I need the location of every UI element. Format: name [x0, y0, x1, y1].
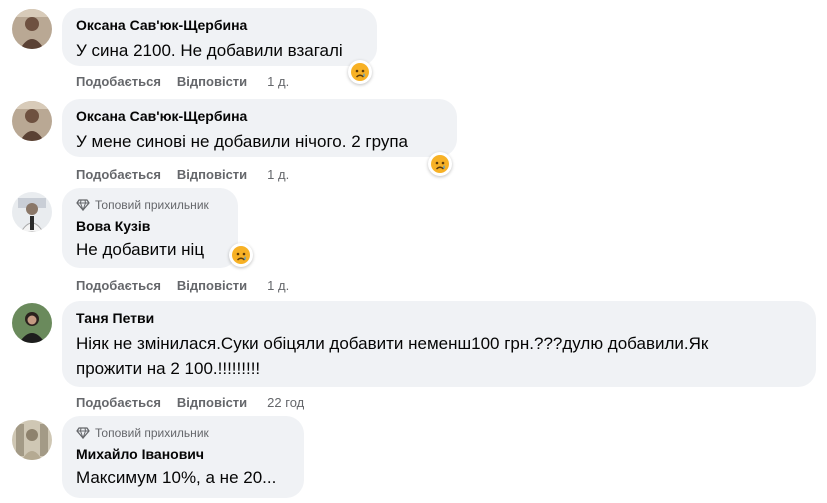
top-fan-label: Топовий прихильник	[95, 426, 209, 440]
sad-tear-icon	[232, 246, 250, 264]
like-button[interactable]: Подобається	[76, 74, 161, 89]
reaction-badge[interactable]	[229, 243, 253, 267]
comment-bubble: Таня Петви Ніяк не змінилася.Суки обіцял…	[62, 301, 816, 387]
comment-actions: Подобається Відповісти 1 д.	[76, 165, 289, 183]
comment-author[interactable]: Оксана Сав'юк-Щербина	[76, 107, 445, 125]
avatar[interactable]	[12, 420, 52, 460]
reply-button[interactable]: Відповісти	[177, 278, 247, 293]
comment-text: Ніяк не змінилася.Суки обіцяли добавити …	[76, 334, 709, 378]
avatar[interactable]	[12, 9, 52, 49]
reaction-badge[interactable]	[348, 60, 372, 84]
avatar[interactable]	[12, 303, 52, 343]
diamond-icon	[76, 427, 90, 439]
comment-text: Максимум 10%, а не 20...	[76, 468, 277, 487]
top-fan-badge[interactable]: Топовий прихильник	[76, 197, 226, 213]
reply-button[interactable]: Відповісти	[177, 395, 247, 410]
comment-actions: Подобається Відповісти 22 год	[76, 393, 304, 411]
top-fan-badge[interactable]: Топовий прихильник	[76, 425, 292, 441]
like-button[interactable]: Подобається	[76, 395, 161, 410]
like-button[interactable]: Подобається	[76, 278, 161, 293]
avatar[interactable]	[12, 101, 52, 141]
comment-text: У сина 2100. Не добавили взагалі	[76, 41, 343, 60]
diamond-icon	[76, 199, 90, 211]
comment-actions: Подобається Відповісти 1 д.	[76, 276, 289, 294]
comment-time[interactable]: 22 год	[267, 395, 304, 410]
reply-button[interactable]: Відповісти	[177, 167, 247, 182]
sad-tear-icon	[351, 63, 369, 81]
avatar[interactable]	[12, 192, 52, 232]
comment-author[interactable]: Вова Кузів	[76, 217, 226, 235]
top-fan-label: Топовий прихильник	[95, 198, 209, 212]
reaction-badge[interactable]	[428, 152, 452, 176]
comment-time[interactable]: 1 д.	[267, 74, 289, 89]
sad-tear-icon	[431, 155, 449, 173]
comment-bubble: Топовий прихильник Вова Кузів Не добавит…	[62, 188, 238, 268]
comment-bubble: Оксана Сав'юк-Щербина У мене синові не д…	[62, 99, 457, 157]
comment-author[interactable]: Оксана Сав'юк-Щербина	[76, 16, 365, 34]
comment-author[interactable]: Михайло Іванович	[76, 445, 292, 463]
comment-time[interactable]: 1 д.	[267, 278, 289, 293]
comment-bubble: Оксана Сав'юк-Щербина У сина 2100. Не до…	[62, 8, 377, 66]
reply-button[interactable]: Відповісти	[177, 74, 247, 89]
comment-actions: Подобається Відповісти 1 д.	[76, 72, 289, 90]
comment-text: У мене синові не добавили нічого. 2 груп…	[76, 132, 409, 151]
comment-author[interactable]: Таня Петви	[76, 309, 804, 327]
like-button[interactable]: Подобається	[76, 167, 161, 182]
comment-time[interactable]: 1 д.	[267, 167, 289, 182]
comment-text: Не добавити ніц	[76, 240, 205, 259]
comment-bubble: Топовий прихильник Михайло Іванович Макс…	[62, 416, 304, 498]
